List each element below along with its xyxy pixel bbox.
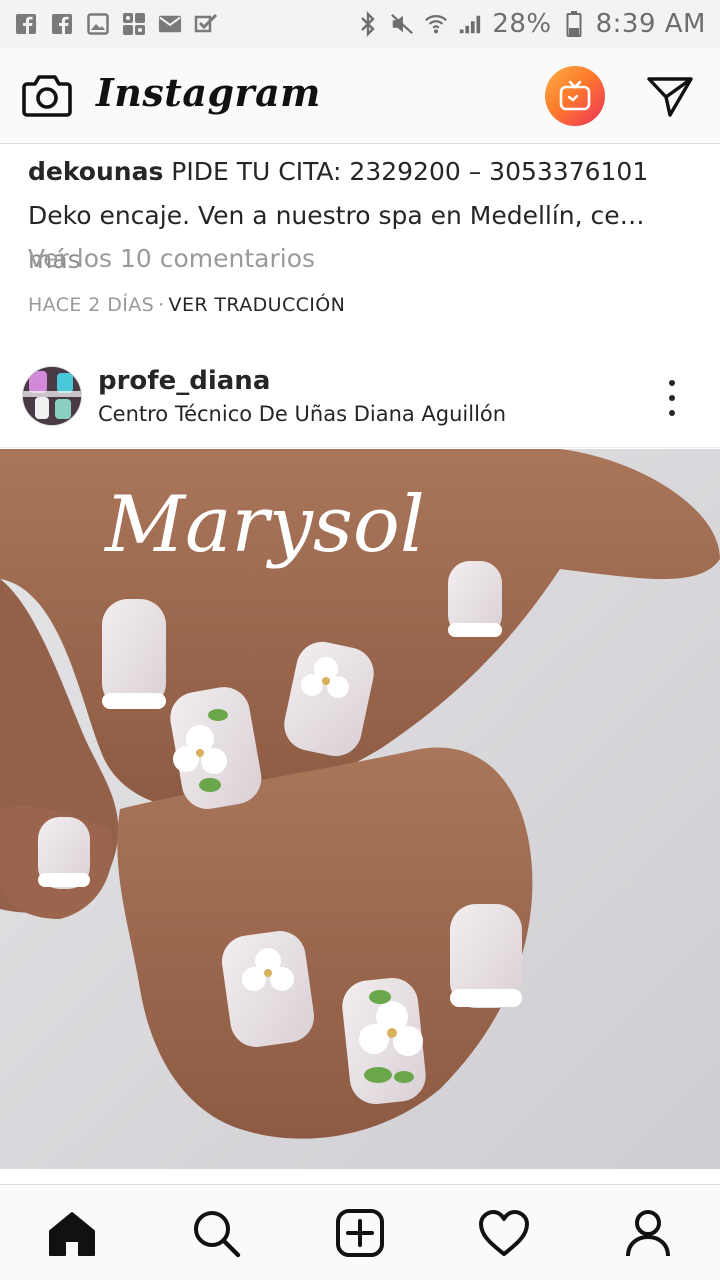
caption-text-1: PIDE TU CITA: 2329200 – 3053376101 [171,157,649,186]
app-bar: Instagram [0,48,720,144]
view-comments-link[interactable]: Ver los 10 comentarios [28,244,315,273]
post-timestamp: HACE 2 DÍAS [28,294,155,316]
meta-separator: · [158,294,165,316]
facebook-icon [50,12,74,36]
add-post-icon[interactable] [332,1205,388,1261]
system-status: 28% 8:39 AM [356,9,706,39]
gallery-icon [86,12,110,36]
signal-icon [458,12,482,36]
direct-message-icon[interactable] [646,74,694,118]
status-bar: 28% 8:39 AM [0,0,720,48]
notification-icons [14,12,218,36]
more-options-icon[interactable] [664,380,680,416]
mute-icon [390,12,414,36]
post-username[interactable]: profe_diana [98,366,270,396]
igtv-button[interactable] [545,66,605,126]
post-header: profe_diana Centro Técnico De Uñas Diana… [0,352,720,448]
caption-line-1: dekounas PIDE TU CITA: 2329200 – 3053376… [28,150,698,194]
clock: 8:39 AM [595,9,706,39]
bluetooth-icon [356,11,380,37]
grid-app-icon [122,12,146,36]
post-image[interactable]: Marysol [0,449,720,1169]
home-icon[interactable] [44,1205,100,1261]
heart-icon[interactable] [476,1205,532,1261]
avatar[interactable] [22,366,82,426]
battery-percent: 28% [492,9,552,39]
camera-icon[interactable] [22,72,72,118]
post-meta: HACE 2 DÍAS · VER TRADUCCIÓN [28,294,345,316]
image-watermark: Marysol [103,480,425,570]
profile-icon[interactable] [620,1205,676,1261]
see-translation-link[interactable]: VER TRADUCCIÓN [169,294,346,316]
bottom-navigation [0,1184,720,1280]
check-app-icon [194,12,218,36]
caption-text-2: Deko encaje. Ven a nuestro spa en Medell… [28,201,645,230]
post-location[interactable]: Centro Técnico De Uñas Diana Aguillón [98,402,506,426]
mail-icon [158,12,182,36]
facebook-icon [14,12,38,36]
caption-username[interactable]: dekounas [28,157,163,186]
wifi-icon [424,12,448,36]
igtv-icon [559,80,591,111]
battery-icon [562,11,586,37]
search-icon[interactable] [188,1205,244,1261]
instagram-logo: Instagram [96,70,321,115]
